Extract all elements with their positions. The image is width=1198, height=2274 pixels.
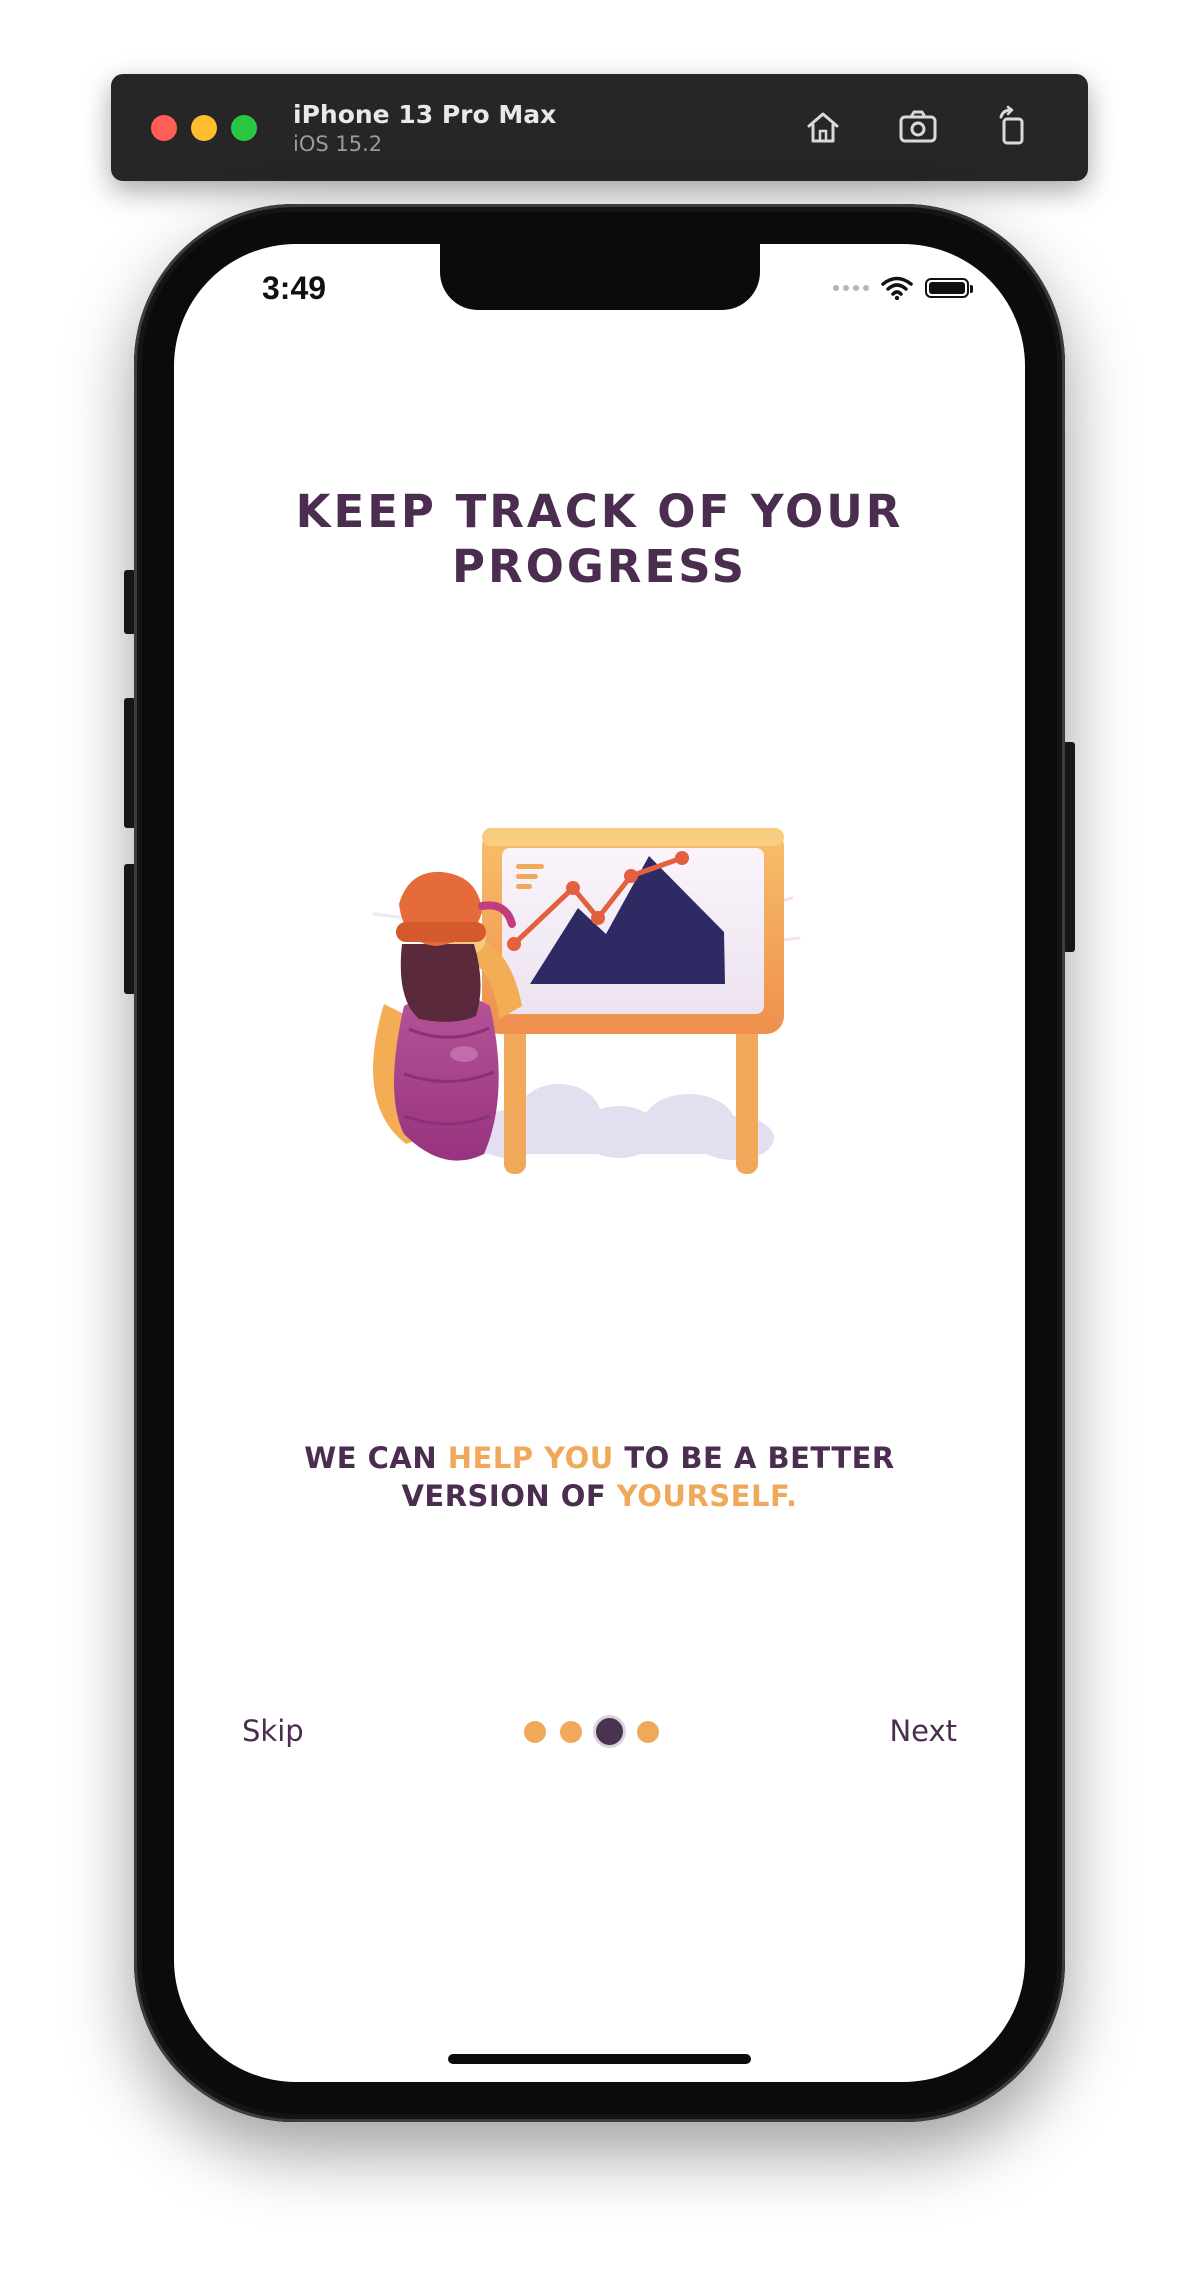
notch xyxy=(440,244,760,310)
minimize-window-button[interactable] xyxy=(191,115,217,141)
status-icons xyxy=(833,276,973,300)
status-time: 3:49 xyxy=(262,270,327,306)
home-icon[interactable] xyxy=(801,105,845,149)
battery-icon xyxy=(925,278,973,298)
progress-chart-illustration xyxy=(372,828,801,1174)
device-os-version: iOS 15.2 xyxy=(293,132,383,156)
rotate-icon[interactable] xyxy=(991,105,1035,149)
tagline-highlight-help-you: HELP YOU xyxy=(447,1441,614,1475)
next-button[interactable]: Next xyxy=(889,1714,957,1748)
tagline-highlight-yourself: YOURSELF. xyxy=(616,1479,798,1513)
zoom-window-button[interactable] xyxy=(231,115,257,141)
page-dot-1[interactable] xyxy=(524,1720,546,1743)
page-dot-2[interactable] xyxy=(560,1720,582,1743)
page-dot-3-active[interactable] xyxy=(596,1718,623,1745)
onboarding-title: KEEP TRACK OF YOUR PROGRESS xyxy=(295,485,904,593)
phone-screen: 3:49 KEEP TRACK OF YOUR PROGRESS WE CAN … xyxy=(174,244,1025,2082)
page-indicator xyxy=(524,1718,659,1745)
screenshot-icon[interactable] xyxy=(896,105,940,149)
page-dot-4[interactable] xyxy=(637,1720,659,1743)
cellular-signal-icon xyxy=(833,285,869,291)
onboarding-tagline: WE CAN HELP YOU TO BE A BETTER VERSION O… xyxy=(254,1439,945,1515)
device-name: iPhone 13 Pro Max xyxy=(293,100,557,129)
close-window-button[interactable] xyxy=(151,115,177,141)
simulator-toolbar: iPhone 13 Pro Max iOS 15.2 xyxy=(111,74,1088,181)
wifi-icon xyxy=(881,276,913,300)
tagline-part1: WE CAN xyxy=(304,1441,448,1475)
home-indicator[interactable] xyxy=(448,2054,751,2064)
skip-button[interactable]: Skip xyxy=(242,1714,304,1748)
